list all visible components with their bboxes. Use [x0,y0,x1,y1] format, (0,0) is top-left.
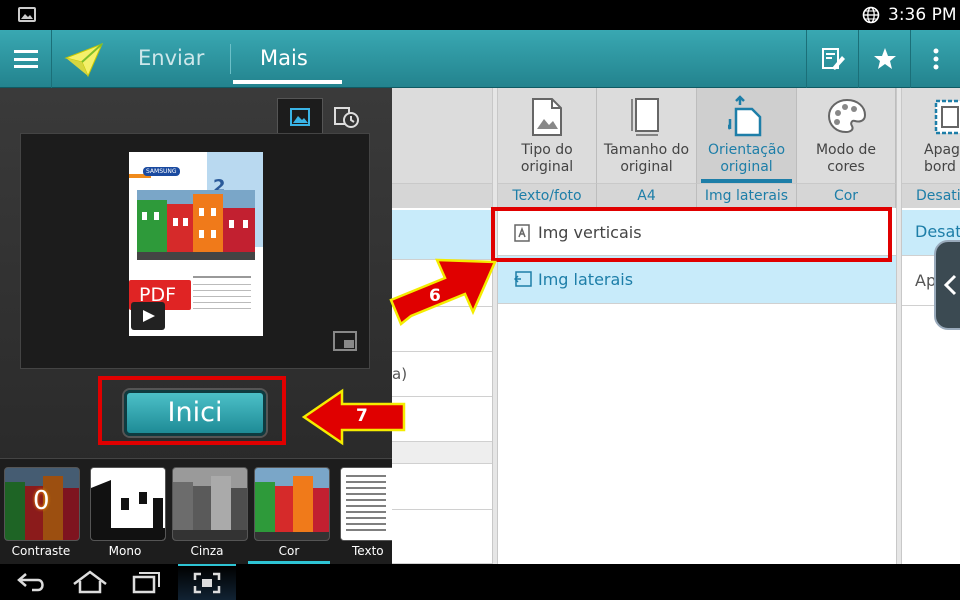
option-value-original-size: A4 [597,183,697,208]
page-size-icon [631,98,659,136]
play-icon [143,310,155,322]
screenshot-button[interactable] [178,564,236,600]
preview-tab-image[interactable] [277,98,323,134]
quick-item-gray[interactable]: Cinza [166,459,248,565]
tab-mais[interactable]: Mais [260,46,308,70]
dropdown-item-label: Img laterais [538,270,634,289]
list-item-label: Desat [915,222,960,241]
preview-area: 2 SAMSUNG PDF [20,133,370,369]
clock-page-icon [334,107,359,128]
chevron-left-icon [943,274,957,296]
quick-item-label: Cinza [190,544,224,558]
option-value-orientation: Img laterais [697,183,797,208]
annotation-label-7: 7 [356,406,368,426]
quick-item-mono[interactable]: Mono [84,459,166,565]
hamburger-icon [14,50,38,68]
annotation-arrow-7 [301,388,406,446]
favorite-button[interactable] [858,30,910,88]
contrast-badge: 0 [33,486,50,516]
preview-tab-history[interactable] [326,98,368,134]
option-original-type[interactable]: Tipo do original [498,88,597,183]
highlight-box [98,376,286,445]
tab-mais-indicator [233,80,342,84]
option-original-size[interactable]: Tamanho do original [597,88,697,183]
quick-item-label: Mono [108,544,142,558]
option-label: Tamanho do original [603,142,690,175]
quick-item-label: Texto [352,544,384,558]
erase-border-icon [934,99,960,135]
quick-item-text[interactable]: Texto [332,459,392,565]
status-bar: 3:36 PM [0,0,960,30]
screen-capture-icon [193,572,221,594]
side-panel-handle[interactable] [934,240,960,330]
list-item [392,464,492,510]
globe-icon [862,6,880,28]
clock-time: 3:36 PM [888,5,957,25]
home-icon[interactable] [72,570,108,594]
orientation-icon [728,95,762,137]
brand-logo: SAMSUNG [143,167,180,176]
star-icon [874,48,896,69]
color-thumb [254,467,330,541]
contrast-thumb: 0 [4,467,80,541]
quick-settings: 0 Contraste Mono Cinza Cor Texto [0,458,392,565]
option-color-mode[interactable]: Modo de cores [797,88,896,183]
quick-item-color[interactable]: Cor [248,459,330,565]
landscape-icon [514,271,532,287]
option-original-orientation[interactable]: Orientação original [697,88,797,183]
quick-item-label: Cor [278,544,300,558]
edit-button[interactable] [806,30,858,88]
option-label: Orientação original [707,142,786,175]
more-vert-icon [933,48,939,70]
gray-thumb [172,467,248,541]
mono-thumb [90,467,166,541]
play-button[interactable] [131,302,165,330]
highlight-box [491,207,892,262]
list-item-label: a) [392,365,408,383]
back-icon[interactable] [16,572,46,592]
option-label: Modo de cores [815,142,877,175]
fit-screen-icon[interactable] [333,331,357,351]
text-thumb [340,467,392,541]
palette-icon [827,98,867,134]
overflow-button[interactable] [910,30,960,88]
houses-photo [137,190,255,260]
edit-form-icon [822,48,845,70]
app-bar: Enviar Mais [0,30,960,88]
list-item [392,510,492,564]
document-thumbnail[interactable]: 2 SAMSUNG PDF [129,152,263,336]
dropdown-item-landscape[interactable]: Img laterais [498,256,896,304]
option-erase-border[interactable]: Apaga bord [902,88,960,183]
list-item-label: Ap [915,271,937,290]
tab-enviar[interactable]: Enviar [138,46,204,70]
tab-divider [230,44,231,74]
annotation-label-6: 6 [429,286,441,306]
quick-item-label: Contraste [11,544,71,558]
preview-panel: 2 SAMSUNG PDF Inici 0 Contraste Mono Cin… [0,88,392,565]
option-label: Tipo do original [520,142,574,175]
menu-button[interactable] [0,30,52,88]
document-image-icon [532,98,562,136]
image-icon [290,108,310,126]
option-label: Apaga bord [924,142,960,175]
option-value-original-type: Texto/foto [498,183,597,208]
option-value-color-mode: Cor [797,183,896,208]
recent-apps-icon[interactable] [132,570,162,594]
quick-item-contrast[interactable]: 0 Contraste [0,459,82,565]
app-logo-icon [64,42,104,82]
system-nav-bar [0,564,960,600]
gallery-icon [18,7,36,22]
annotation-arrow-6 [389,258,497,327]
option-value-erase-border: Desativ [902,183,960,208]
